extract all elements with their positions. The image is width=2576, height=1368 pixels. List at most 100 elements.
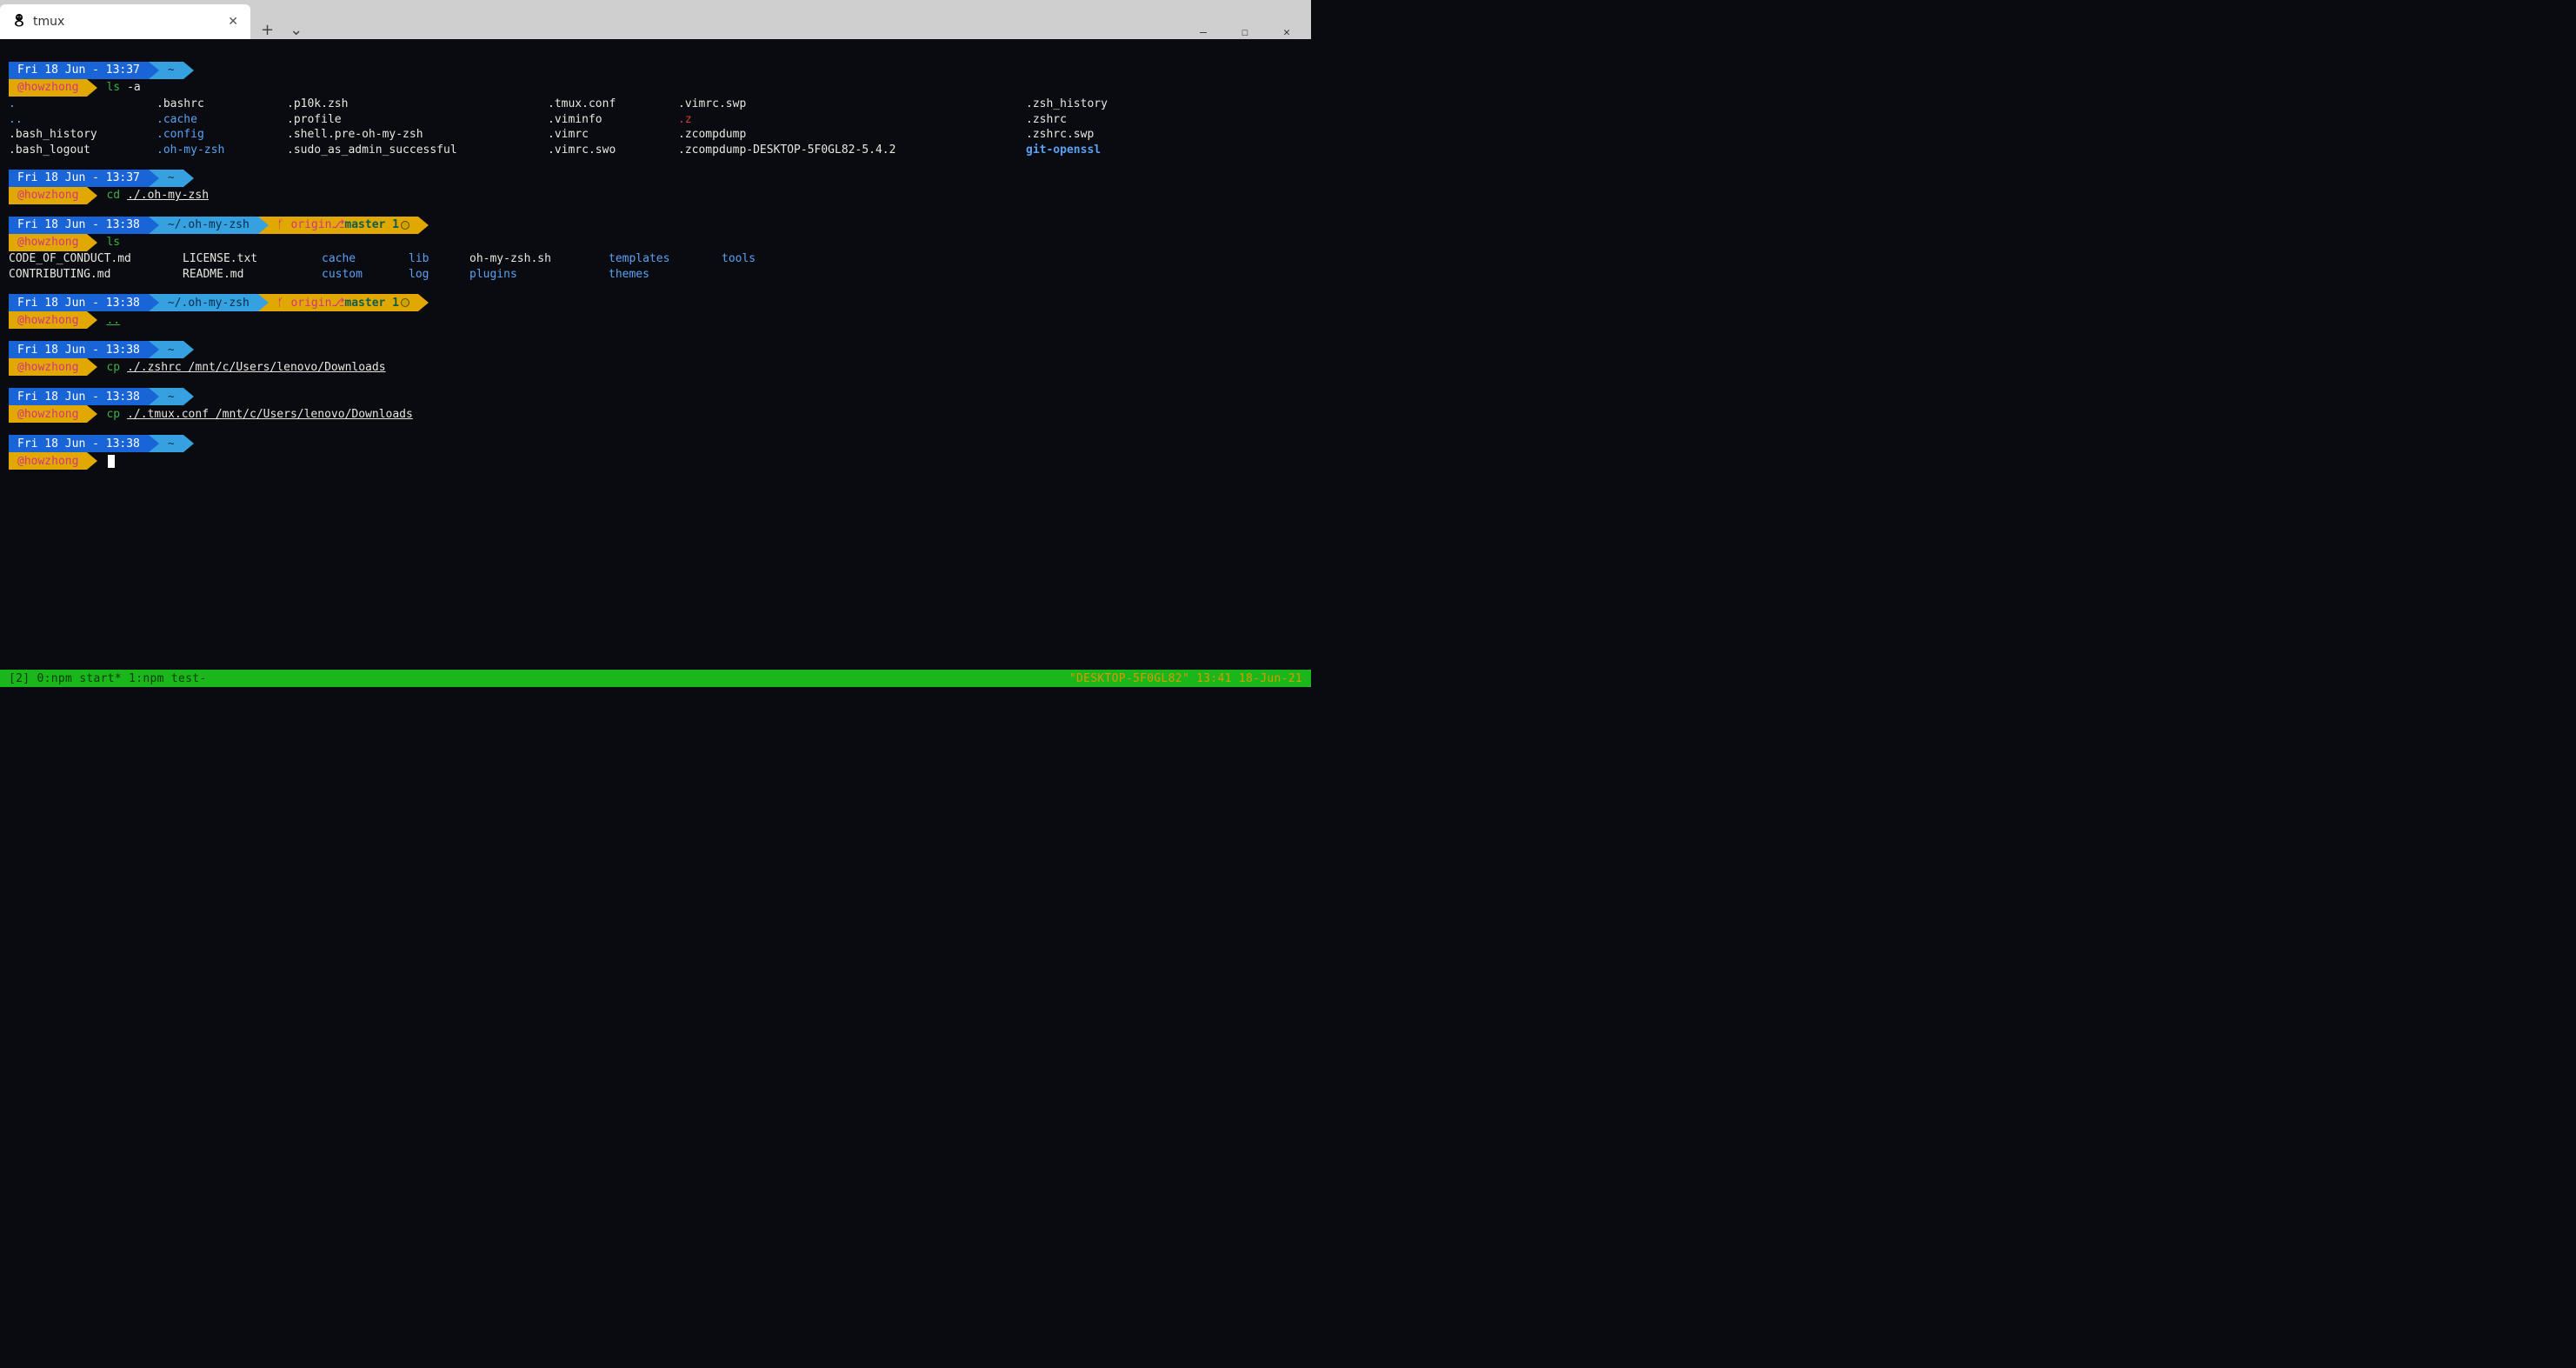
prompt-block: Fri 18 Jun - 13:38~@howzhong cp ./.zshrc /… [9, 341, 1302, 376]
ls-entry: .cache [156, 112, 287, 128]
ls-entry: .sudo_as_admin_successful [287, 143, 548, 158]
terminal-body[interactable]: Fri 18 Jun - 13:37~@howzhongls-a..bashrc… [0, 39, 1311, 470]
command-args: ./.zshrc /mnt/c/Users/lenovo/Downloads [127, 360, 385, 376]
maximize-button[interactable]: ☐ [1236, 26, 1254, 39]
time-segment: Fri 18 Jun - 13:38 [9, 388, 149, 405]
powerline-status: Fri 18 Jun - 13:38 ~ [9, 435, 1302, 452]
command-line[interactable]: @howzhong ls [9, 234, 1302, 251]
command-line[interactable]: @howzhong.. [9, 311, 1302, 329]
command-line[interactable]: @howzhong ls -a [9, 79, 1302, 97]
ls-entry: .vimrc.swp [678, 97, 1026, 112]
close-window-button[interactable]: ✕ [1278, 26, 1295, 39]
dir-segment: ~ [159, 435, 183, 452]
dir-segment: ~ [159, 341, 183, 358]
tmux-status-left: [2] 0:npm start* 1:npm test- [9, 672, 207, 685]
ls-entry: .zsh_history [1026, 97, 1182, 112]
prompt-block: Fri 18 Jun - 13:38 ~/.oh-my-zsh ᚶ origin ⎇… [9, 217, 1302, 282]
powerline-status: Fri 18 Jun - 13:37 ~ [9, 170, 1302, 187]
user-segment: @howzhong [9, 405, 87, 423]
ls-entry: plugins [469, 267, 609, 283]
dir-segment: ~ [159, 170, 183, 187]
command-line[interactable]: @howzhong cd ./.oh-my-zsh [9, 187, 1302, 204]
prompt-block: Fri 18 Jun - 13:37 ~ @howzhong cd ./.oh-my-z… [9, 170, 1302, 204]
command: .. [106, 313, 120, 329]
tab-dropdown-button[interactable]: ⌄ [290, 21, 303, 39]
command-args: -a [127, 80, 141, 96]
ls-entry: .p10k.zsh [287, 97, 548, 112]
dir-segment: ~ [159, 62, 183, 79]
powerline-status: Fri 18 Jun - 13:38 ~/.oh-my-zsh ᚶ origin ⎇… [9, 294, 1302, 311]
user-segment: @howzhong [9, 79, 87, 97]
tmux-status-bar: [2] 0:npm start* 1:npm test- "DESKTOP-5F… [0, 670, 1311, 687]
command-line[interactable]: @howzhong cp ./.tmux.conf /mnt/c/Users/len… [9, 405, 1302, 423]
ls-entry: .profile [287, 112, 548, 128]
ls-entry: .vimrc.swo [548, 143, 678, 158]
new-tab-button[interactable]: + [261, 21, 274, 39]
ls-entry: .zcompdump [678, 127, 1026, 143]
ls-entry: README.md [183, 267, 322, 283]
command: cp [106, 407, 120, 423]
user-segment: @howzhong [9, 187, 87, 204]
command: cd [106, 188, 120, 204]
dir-segment: ~/.oh-my-zsh [159, 217, 258, 234]
ls-entry: . [9, 97, 156, 112]
ls-entry: .zcompdump-DESKTOP-5F0GL82-5.4.2 [678, 143, 1026, 158]
tmux-status-right: "DESKTOP-5F0GL82" 13:41 18-Jun-21 [1069, 672, 1302, 685]
user-segment: @howzhong [9, 234, 87, 251]
ls-entry: log [409, 267, 469, 283]
ls-output: ..bashrc.p10k.zsh.tmux.conf.vimrc.swp.zs… [9, 97, 1302, 157]
ls-entry: LICENSE.txt [183, 251, 322, 267]
command-line[interactable]: @howzhong [9, 452, 1302, 470]
command: cp [106, 360, 120, 376]
powerline-status: Fri 18 Jun - 13:37 ~ [9, 62, 1302, 79]
command-args: ./.tmux.conf /mnt/c/Users/lenovo/Downloa… [127, 407, 413, 423]
git-segment: ᚶ origin ⎇ master 1 [269, 217, 418, 234]
prompt-block: Fri 18 Jun - 13:37 ~ @howzhong ls -a..bashrc… [9, 62, 1302, 157]
ls-entry: .. [9, 112, 156, 128]
ls-entry: CODE_OF_CONDUCT.md [9, 251, 183, 267]
ls-entry: .zshrc.swp [1026, 127, 1182, 143]
ls-entry: .bash_history [9, 127, 156, 143]
ls-entry: lib [409, 251, 469, 267]
ls-entry: CONTRIBUTING.md [9, 267, 183, 283]
ls-output: CODE_OF_CONDUCT.mdLICENSE.txtcacheliboh-… [9, 251, 1302, 282]
user-segment: @howzhong [9, 358, 87, 376]
ls-entry: templates [609, 251, 722, 267]
ls-entry: .vimrc [548, 127, 678, 143]
git-dirty-icon [401, 221, 409, 230]
tux-icon [12, 13, 33, 30]
powerline-status: Fri 18 Jun - 13:38 ~ [9, 388, 1302, 405]
git-segment: ᚶ origin ⎇ master 1 [269, 294, 418, 311]
command: ls [106, 235, 120, 250]
ls-entry: .config [156, 127, 287, 143]
dir-segment: ~ [159, 388, 183, 405]
ls-entry: .bashrc [156, 97, 287, 112]
prompt-block: Fri 18 Jun - 13:38 ~@howzhong [9, 435, 1302, 470]
ls-entry: git-openssl [1026, 143, 1182, 158]
time-segment: Fri 18 Jun - 13:38 [9, 294, 149, 311]
command: ls [106, 80, 120, 96]
prompt-block: Fri 18 Jun - 13:38 ~ @howzhong cp ./.tmux.co… [9, 388, 1302, 423]
time-segment: Fri 18 Jun - 13:38 [9, 435, 149, 452]
ls-entry: .zshrc [1026, 112, 1182, 128]
dir-segment: ~/.oh-my-zsh [159, 294, 258, 311]
tab-title: tmux [33, 15, 228, 29]
time-segment: Fri 18 Jun - 13:37 [9, 62, 149, 79]
time-segment: Fri 18 Jun - 13:37 [9, 170, 149, 187]
powerline-status: Fri 18 Jun - 13:38 ~/.oh-my-zsh ᚶ origin ⎇… [9, 217, 1302, 234]
command-line[interactable]: @howzhong cp ./.zshrc /mnt/c/Users/lenovo/… [9, 358, 1302, 376]
terminal-tab[interactable]: tmux ✕ [0, 4, 250, 39]
ls-entry: cache [322, 251, 409, 267]
minimize-button[interactable]: — [1195, 26, 1212, 39]
ls-entry: .viminfo [548, 112, 678, 128]
ls-entry: .oh-my-zsh [156, 143, 287, 158]
cursor [108, 455, 115, 468]
ls-entry: oh-my-zsh.sh [469, 251, 609, 267]
close-tab-icon[interactable]: ✕ [228, 15, 238, 29]
time-segment: Fri 18 Jun - 13:38 [9, 217, 149, 234]
ls-entry: .bash_logout [9, 143, 156, 158]
powerline-status: Fri 18 Jun - 13:38~ [9, 341, 1302, 358]
ls-entry [722, 267, 809, 283]
command-args: ./.oh-my-zsh [127, 188, 209, 204]
git-dirty-icon [401, 298, 409, 307]
